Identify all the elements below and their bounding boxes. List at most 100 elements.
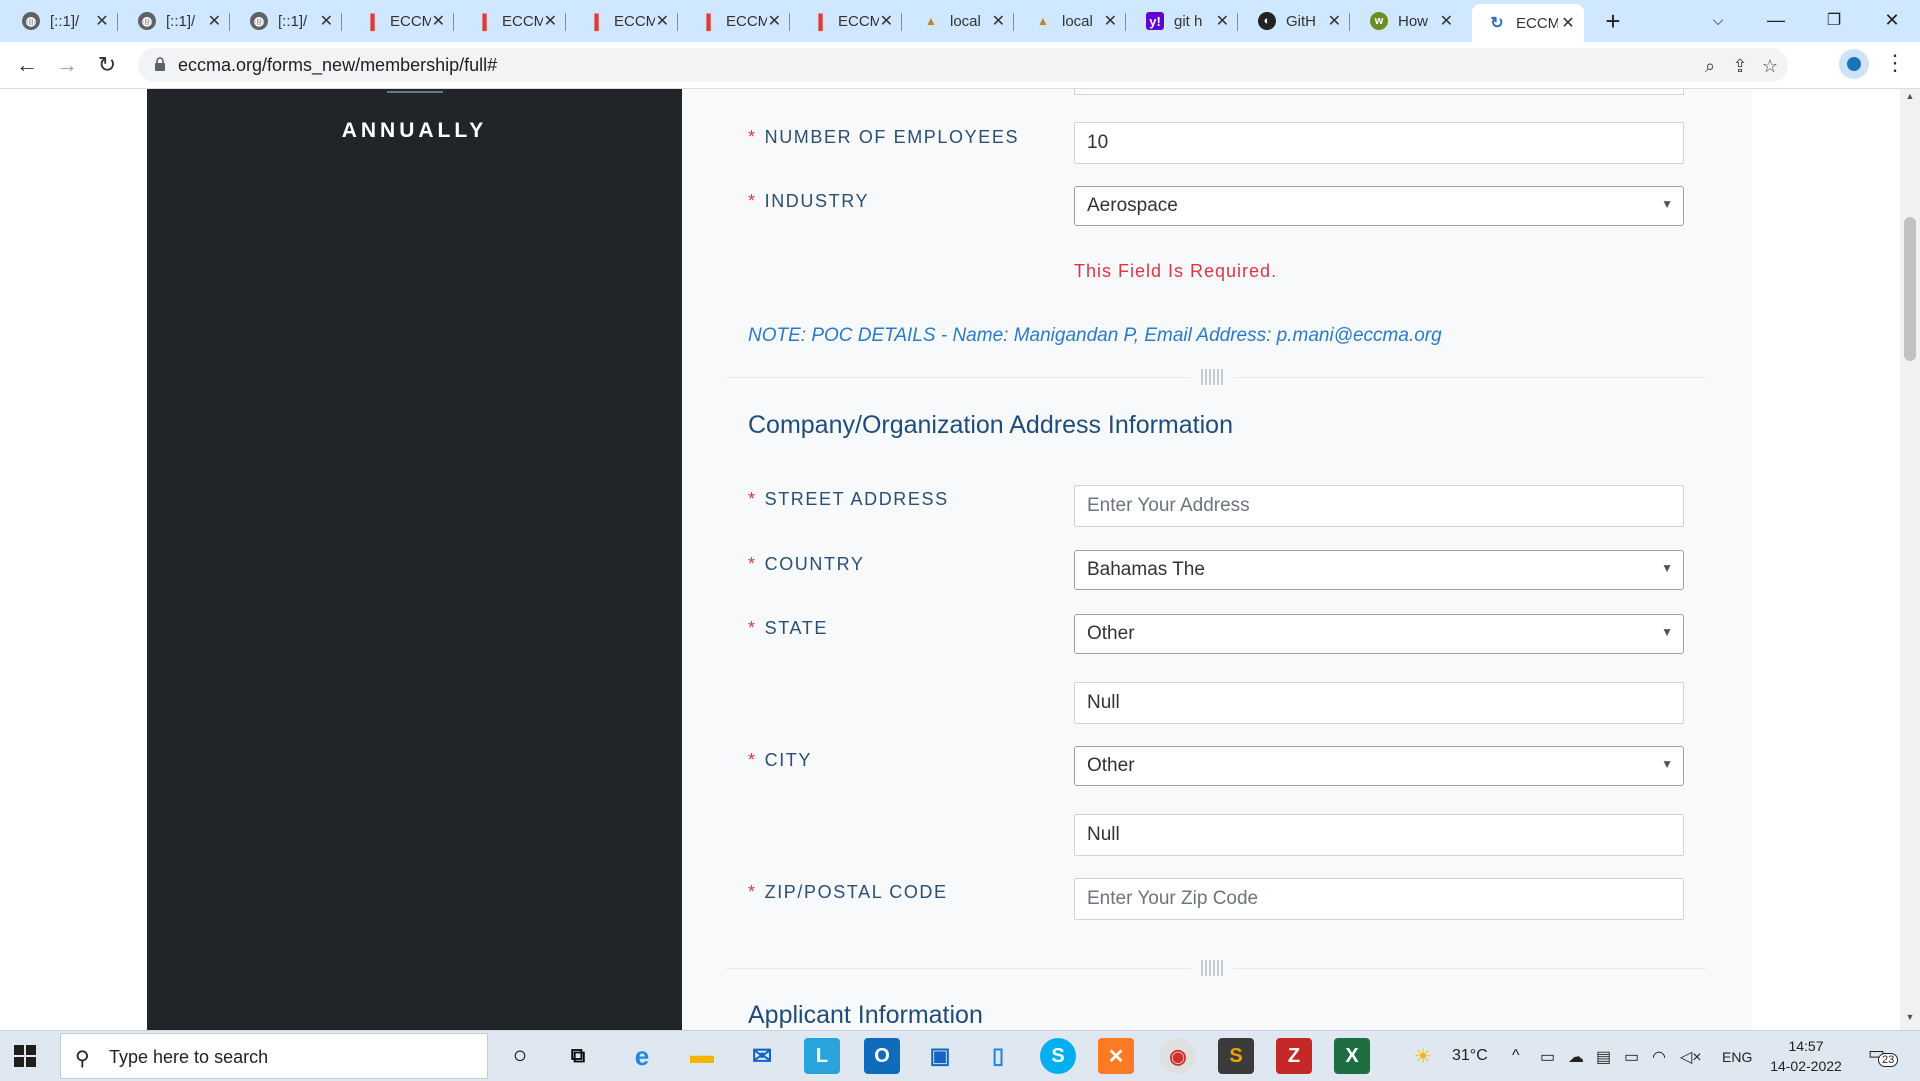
tab-title: [::1]/ xyxy=(166,12,196,30)
battery-icon[interactable]: ▭ xyxy=(1624,1047,1639,1067)
browser-tab[interactable]: ▲ local ✕ xyxy=(1014,4,1126,38)
store-icon[interactable]: ▣ xyxy=(922,1038,958,1074)
weather-icon[interactable]: ☀ xyxy=(1414,1044,1432,1069)
browser-tab[interactable]: y! git h ✕ xyxy=(1126,4,1238,38)
skype-icon[interactable]: S xyxy=(1040,1038,1076,1074)
street-address-input[interactable]: Enter Your Address xyxy=(1074,485,1684,527)
browser-tab[interactable]: w How ✕ xyxy=(1350,4,1462,38)
profile-avatar[interactable] xyxy=(1839,49,1869,79)
state-label: * STATE xyxy=(748,618,828,638)
chevron-up-icon[interactable]: ^ xyxy=(1512,1047,1520,1065)
eccma-icon: || xyxy=(480,10,488,31)
how-icon: w xyxy=(1370,12,1388,30)
close-icon[interactable]: ✕ xyxy=(543,11,558,31)
browser-tab[interactable]: || ECCM ✕ xyxy=(566,4,678,38)
browser-tab[interactable]: ◍ [::1]/ ✕ xyxy=(230,4,342,38)
minimize-button[interactable]: — xyxy=(1748,0,1804,40)
file-explorer-icon[interactable]: ▬ xyxy=(684,1038,720,1074)
close-icon[interactable]: ✕ xyxy=(1215,11,1230,31)
share-icon[interactable]: ⇪ xyxy=(1728,54,1752,78)
outlook-icon[interactable]: O xyxy=(864,1038,900,1074)
close-icon[interactable]: ✕ xyxy=(1103,11,1118,31)
mail-icon[interactable]: ✉ xyxy=(744,1038,780,1074)
display-icon[interactable]: ▤ xyxy=(1596,1047,1611,1067)
notification-icon[interactable]: ▭ 23 xyxy=(1868,1043,1899,1067)
cortana-icon[interactable]: ○ xyxy=(502,1038,538,1074)
reload-button[interactable]: ↻ xyxy=(92,50,122,80)
tab-title: ECCM xyxy=(390,12,431,30)
l-app-icon[interactable]: L xyxy=(804,1038,840,1074)
close-icon[interactable]: ✕ xyxy=(991,11,1006,31)
chevron-down-icon: ▼ xyxy=(1661,625,1673,639)
employees-input[interactable]: 10 xyxy=(1074,122,1684,164)
browser-tab[interactable]: ◍ [::1]/ ✕ xyxy=(0,4,118,38)
eccma-icon: || xyxy=(816,10,824,31)
back-button[interactable]: ← xyxy=(12,50,42,80)
close-icon[interactable]: ✕ xyxy=(1439,11,1454,31)
edge-icon[interactable]: e xyxy=(624,1038,660,1074)
weather-temp[interactable]: 31°C xyxy=(1452,1047,1488,1065)
state-other-input[interactable]: Null xyxy=(1074,682,1684,724)
state-value: Other xyxy=(1087,623,1135,644)
menu-icon[interactable]: ⋮ xyxy=(1880,50,1910,76)
close-window-button[interactable]: ✕ xyxy=(1864,0,1920,40)
industry-error: This Field Is Required. xyxy=(1074,261,1278,281)
restore-button[interactable]: ❐ xyxy=(1806,0,1862,40)
city-select[interactable]: Other ▼ xyxy=(1074,746,1684,786)
volume-mute-icon[interactable]: ◁× xyxy=(1680,1047,1702,1067)
forward-button[interactable]: → xyxy=(52,50,82,80)
browser-tab[interactable]: || ECCM ✕ xyxy=(790,4,902,38)
close-icon[interactable]: ✕ xyxy=(879,11,894,31)
chrome-icon[interactable]: ◉ xyxy=(1160,1038,1196,1074)
country-select[interactable]: Bahamas The ▼ xyxy=(1074,550,1684,590)
filezilla-icon[interactable]: Z xyxy=(1276,1038,1312,1074)
previous-field[interactable] xyxy=(1074,89,1684,95)
phone-icon[interactable]: ▯ xyxy=(980,1038,1016,1074)
zoom-icon[interactable]: ⌕ xyxy=(1698,54,1722,78)
sublime-icon[interactable]: S xyxy=(1218,1038,1254,1074)
browser-tab[interactable]: || ECCM ✕ xyxy=(342,4,454,38)
scroll-down-icon[interactable]: ▼ xyxy=(1900,1012,1920,1028)
browser-tab[interactable]: || ECCM ✕ xyxy=(454,4,566,38)
bookmark-star-icon[interactable]: ☆ xyxy=(1758,54,1782,78)
browser-tab[interactable]: || ECCM ✕ xyxy=(678,4,790,38)
browser-tab[interactable]: ◐ GitH ✕ xyxy=(1238,4,1350,38)
browser-tab[interactable]: ◍ [::1]/ ✕ xyxy=(118,4,230,38)
language-indicator[interactable]: ENG xyxy=(1722,1049,1752,1065)
tab-search-icon[interactable]: ⌵ xyxy=(1690,0,1746,40)
scroll-up-icon[interactable]: ▲ xyxy=(1900,91,1920,107)
industry-select[interactable]: Aerospace ▼ xyxy=(1074,186,1684,226)
scroll-thumb[interactable] xyxy=(1904,217,1916,361)
globe-icon: ◍ xyxy=(22,12,40,30)
clock[interactable]: 14:57 14-02-2022 xyxy=(1764,1036,1848,1076)
chevron-down-icon: ▼ xyxy=(1661,197,1673,211)
address-bar[interactable]: eccma.org/forms_new/membership/full# ⌕ ⇪… xyxy=(138,48,1788,82)
task-view-icon[interactable]: ⧉ xyxy=(560,1038,596,1074)
xampp-icon[interactable]: ✕ xyxy=(1098,1038,1134,1074)
wifi-icon[interactable]: ◠ xyxy=(1652,1047,1666,1067)
tab-title: ECCM xyxy=(726,12,767,30)
close-icon[interactable]: ✕ xyxy=(207,11,222,31)
windows-start-icon[interactable] xyxy=(14,1045,36,1067)
state-select[interactable]: Other ▼ xyxy=(1074,614,1684,654)
taskbar: ⚲ Type here to search ○ ⧉ e ▬ ✉ L O ▣ ▯ … xyxy=(0,1030,1920,1081)
city-other-input[interactable]: Null xyxy=(1074,814,1684,856)
close-icon[interactable]: ✕ xyxy=(767,11,782,31)
applicant-section-title: Applicant Information xyxy=(748,1001,983,1029)
close-icon[interactable]: ✕ xyxy=(655,11,670,31)
browser-tab[interactable]: ▲ local ✕ xyxy=(902,4,1014,38)
close-icon[interactable]: ✕ xyxy=(1560,13,1576,33)
excel-icon[interactable]: X xyxy=(1334,1038,1370,1074)
meet-icon[interactable]: ▭ xyxy=(1540,1047,1555,1067)
onedrive-icon[interactable]: ☁ xyxy=(1568,1047,1584,1067)
new-tab-button[interactable]: + xyxy=(1598,6,1628,36)
close-icon[interactable]: ✕ xyxy=(431,11,446,31)
close-icon[interactable]: ✕ xyxy=(319,11,334,31)
page-scrollbar[interactable]: ▲ ▼ xyxy=(1900,89,1920,1030)
close-icon[interactable]: ✕ xyxy=(94,11,110,31)
zip-code-input[interactable]: Enter Your Zip Code xyxy=(1074,878,1684,920)
close-icon[interactable]: ✕ xyxy=(1327,11,1342,31)
divider xyxy=(387,91,443,93)
browser-tab-active[interactable]: ↻ ECCM ✕ xyxy=(1472,4,1584,42)
taskbar-search[interactable]: ⚲ Type here to search xyxy=(60,1033,488,1079)
